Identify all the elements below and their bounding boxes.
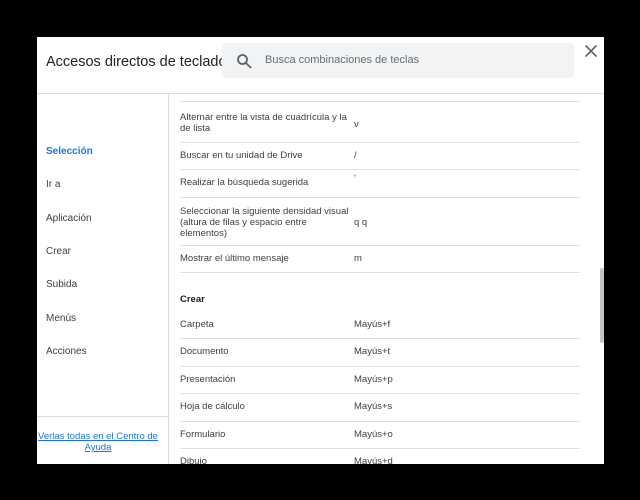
- shortcut-description: Seleccionar la siguiente densidad visual…: [180, 206, 349, 239]
- shortcut-keys: Mayús+s: [354, 401, 393, 412]
- sidebar-item-seleccion[interactable]: Selección: [46, 146, 93, 157]
- shortcut-row: Realizar la búsqueda sugerida ': [180, 169, 580, 198]
- shortcut-description: Formulario: [180, 429, 226, 440]
- search-icon: [237, 54, 252, 69]
- sidebar-item-crear[interactable]: Crear: [46, 246, 71, 257]
- sidebar-item-subida[interactable]: Subida: [46, 279, 77, 290]
- shortcut-keys: Mayús+d: [354, 456, 393, 464]
- scrollbar[interactable]: [600, 268, 604, 343]
- shortcut-row: Formulario Mayús+o: [180, 421, 580, 449]
- shortcut-description: Dibujo: [180, 456, 207, 464]
- search-placeholder: Busca combinaciones de teclas: [265, 54, 420, 66]
- sidebar-item-menus[interactable]: Menús: [46, 313, 76, 324]
- shortcuts-list: Alternar entre la vista de cuadrícula y …: [168, 94, 604, 464]
- sidebar-item-acciones[interactable]: Acciones: [46, 346, 87, 357]
- shortcut-row: Alternar entre la vista de cuadrícula y …: [180, 101, 580, 143]
- section-title-crear: Crear: [180, 294, 205, 305]
- sidebar: Selección Ir a Aplicación Crear Subida M…: [37, 94, 169, 464]
- shortcut-description: Documento: [180, 346, 229, 357]
- shortcut-keys: Mayús+f: [354, 319, 391, 330]
- shortcut-keys: Mayús+p: [354, 374, 393, 385]
- shortcut-row: Dibujo Mayús+d: [180, 448, 580, 464]
- shortcut-description: Buscar en tu unidad de Drive: [180, 150, 303, 161]
- sidebar-item-ir-a[interactable]: Ir a: [46, 179, 60, 190]
- shortcut-description: Mostrar el último mensaje: [180, 253, 289, 264]
- sidebar-footer: Verlas todas en el Centro de Ayuda: [37, 416, 168, 464]
- search-input[interactable]: Busca combinaciones de teclas: [222, 43, 574, 78]
- sidebar-item-aplicacion[interactable]: Aplicación: [46, 213, 92, 224]
- shortcut-keys: m: [354, 253, 362, 264]
- shortcut-row: Buscar en tu unidad de Drive /: [180, 142, 580, 170]
- shortcut-keys: Mayús+o: [354, 429, 393, 440]
- shortcut-row: Mostrar el último mensaje m: [180, 245, 580, 273]
- shortcut-row: Seleccionar la siguiente densidad visual…: [180, 197, 580, 246]
- shortcut-keys: /: [354, 150, 357, 161]
- close-icon[interactable]: [582, 42, 600, 60]
- shortcut-row: Documento Mayús+t: [180, 338, 580, 367]
- shortcut-keys: Mayús+t: [354, 346, 391, 357]
- shortcut-keys: ': [354, 173, 356, 184]
- shortcut-row: Carpeta Mayús+f: [180, 311, 580, 339]
- shortcut-description: Hoja de cálculo: [180, 401, 245, 412]
- shortcut-row: Hoja de cálculo Mayús+s: [180, 393, 580, 422]
- dialog-header: Accesos directos de teclado Busca combin…: [37, 37, 604, 94]
- shortcut-description: Carpeta: [180, 319, 214, 330]
- help-center-link[interactable]: Verlas todas en el Centro de Ayuda: [37, 431, 159, 453]
- shortcut-keys: v: [354, 119, 359, 130]
- shortcut-description: Presentación: [180, 374, 236, 385]
- shortcut-row: Presentación Mayús+p: [180, 366, 580, 394]
- shortcuts-dialog: Accesos directos de teclado Busca combin…: [37, 37, 604, 464]
- dialog-title: Accesos directos de teclado: [46, 54, 227, 70]
- shortcut-description: Realizar la búsqueda sugerida: [180, 177, 309, 188]
- shortcut-keys: q q: [354, 217, 368, 228]
- shortcut-description: Alternar entre la vista de cuadrícula y …: [180, 112, 347, 134]
